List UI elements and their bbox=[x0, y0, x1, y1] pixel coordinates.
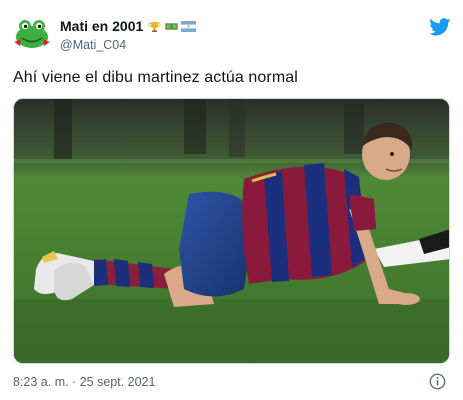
tweet-card: Mati en 2001 @Mati_C04 Ahí viene el dibu… bbox=[0, 0, 463, 400]
tweet-media-image[interactable] bbox=[13, 98, 450, 364]
photo-icon bbox=[14, 99, 449, 363]
trophy-icon bbox=[148, 21, 161, 32]
tweet-header: Mati en 2001 @Mati_C04 bbox=[12, 12, 451, 56]
argentina-flag-icon bbox=[181, 20, 197, 32]
twitter-bird-icon[interactable] bbox=[429, 18, 451, 36]
user-info: Mati en 2001 @Mati_C04 bbox=[60, 17, 197, 53]
avatar[interactable] bbox=[12, 12, 52, 52]
tweet-text: Ahí viene el dibu martinez actúa normal bbox=[13, 69, 298, 86]
tweet-footer: 8:23 a. m. · 25 sept. 2021 bbox=[13, 373, 450, 390]
money-icon bbox=[165, 22, 179, 30]
name-emojis bbox=[147, 20, 197, 32]
frog-avatar-icon bbox=[12, 12, 52, 52]
info-icon[interactable] bbox=[429, 373, 446, 390]
display-name[interactable]: Mati en 2001 bbox=[60, 17, 143, 35]
tweet-timestamp[interactable]: 8:23 a. m. · 25 sept. 2021 bbox=[13, 374, 155, 390]
user-handle[interactable]: @Mati_C04 bbox=[60, 38, 196, 53]
name-row: Mati en 2001 bbox=[60, 17, 197, 35]
